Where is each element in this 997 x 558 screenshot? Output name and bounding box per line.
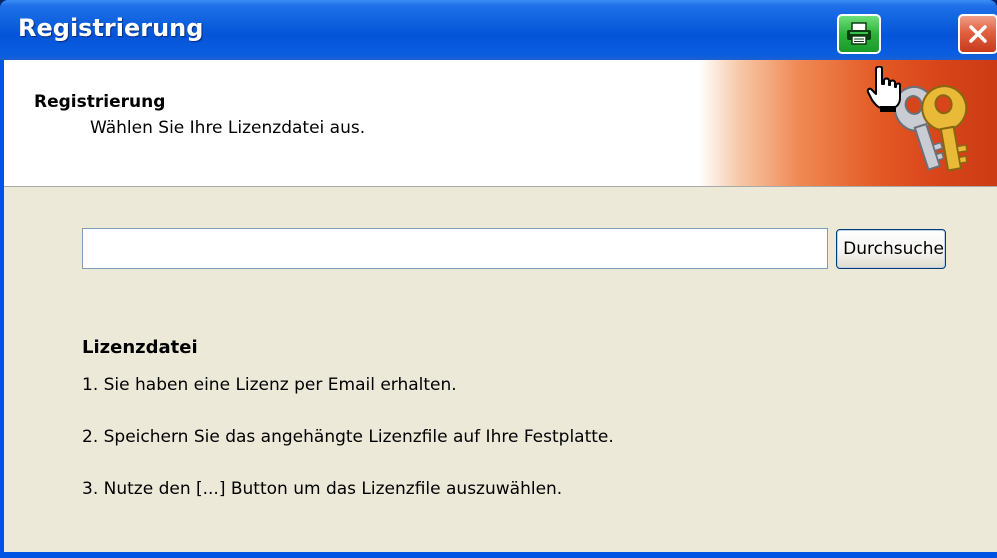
browse-button[interactable]: Durchsuche — [836, 229, 946, 269]
print-button[interactable] — [837, 14, 881, 54]
license-file-path-input[interactable] — [82, 228, 828, 269]
header-title: Registrierung — [34, 92, 166, 112]
title-bar[interactable]: Registrierung — [0, 0, 997, 60]
instruction-step: 1. Sie haben eine Lizenz per Email erhal… — [82, 375, 457, 395]
window-title: Registrierung — [18, 14, 204, 42]
printer-icon — [847, 22, 871, 45]
close-icon — [969, 25, 987, 43]
instruction-step: 3. Nutze den [...] Button um das Lizenzf… — [82, 479, 563, 499]
browse-button-label: Durchsuche — [843, 239, 944, 259]
header-subtitle: Wählen Sie Ihre Lizenzdatei aus. — [90, 118, 366, 138]
close-button[interactable] — [958, 14, 997, 54]
license-section-title: Lizenzdatei — [82, 337, 198, 358]
dialog-body: Durchsuche Lizenzdatei 1. Sie haben eine… — [4, 187, 997, 558]
instruction-step: 2. Speichern Sie das angehängte Lizenzfi… — [82, 427, 614, 447]
window-frame-bottom — [0, 552, 997, 558]
registration-dialog: Registrierung Registrierung Wählen Sie I… — [0, 0, 997, 558]
dialog-header: Registrierung Wählen Sie Ihre Lizenzdate… — [4, 60, 997, 187]
hand-cursor-icon — [866, 66, 901, 112]
